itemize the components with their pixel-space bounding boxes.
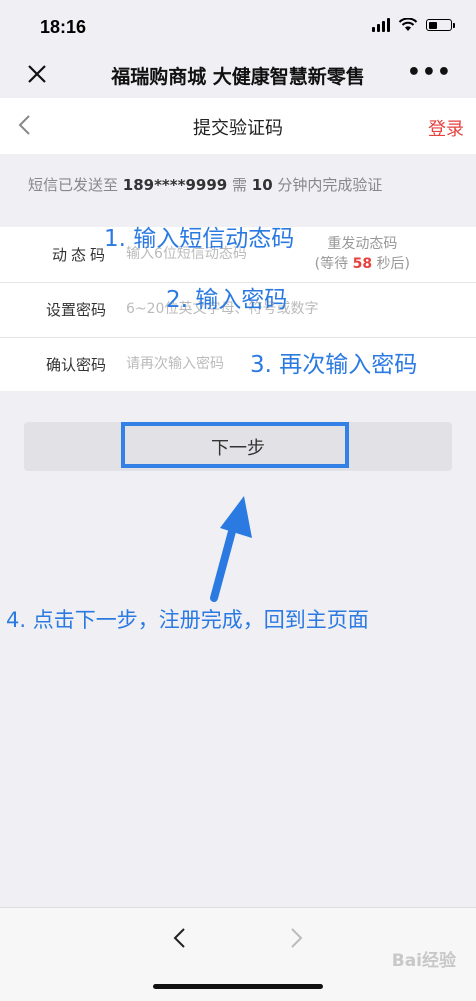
annotation-step-3: 3. 再次输入密码 bbox=[250, 352, 418, 378]
resend-suffix: 秒后) bbox=[372, 256, 410, 272]
login-link[interactable]: 登录 bbox=[428, 115, 464, 141]
browser-back-icon[interactable] bbox=[168, 926, 192, 950]
password-label: 设置密码 bbox=[46, 301, 107, 319]
browser-forward-icon[interactable] bbox=[284, 926, 308, 950]
notice-prefix: 短信已发送至 bbox=[28, 176, 123, 194]
notice-mid: 需 bbox=[227, 176, 252, 194]
highlight-box bbox=[121, 422, 349, 468]
page-header: 提交验证码 登录 bbox=[0, 98, 476, 154]
code-label: 动态码 bbox=[52, 246, 110, 264]
resend-countdown: (等待 58 秒后) bbox=[315, 254, 410, 274]
home-indicator[interactable] bbox=[153, 984, 323, 989]
wechat-page-title: 福瑞购商城 大健康智慧新零售 bbox=[111, 66, 365, 88]
watermark-logo: Bai经验 bbox=[391, 951, 456, 971]
annotation-step-1: 1. 输入短信动态码 bbox=[104, 226, 295, 252]
status-time: 18:16 bbox=[40, 17, 87, 37]
resend-prefix: (等待 bbox=[314, 256, 353, 272]
page-title: 提交验证码 bbox=[193, 118, 283, 139]
status-bar: 18:16 bbox=[0, 0, 476, 50]
arrow-icon bbox=[210, 496, 252, 602]
annotation-step-2: 2. 输入密码 bbox=[166, 287, 288, 313]
confirm-password-label: 确认密码 bbox=[46, 356, 107, 374]
notice-suffix: 分钟内完成验证 bbox=[272, 176, 383, 194]
resend-label: 重发动态码 bbox=[327, 236, 398, 252]
more-icon[interactable]: ••• bbox=[407, 60, 452, 85]
annotation-step-4: 4. 点击下一步，注册完成，回到主页面 bbox=[6, 608, 369, 632]
notice-phone: 189****9999 bbox=[122, 176, 228, 194]
status-icons bbox=[372, 18, 455, 32]
battery-icon bbox=[426, 19, 455, 31]
signal-icon bbox=[372, 18, 390, 32]
resend-seconds: 58 bbox=[352, 256, 373, 272]
wifi-icon bbox=[398, 18, 418, 31]
wechat-nav-bar: 福瑞购商城 大健康智慧新零售 ••• bbox=[0, 50, 476, 98]
resend-code-button[interactable]: 重发动态码 (等待 58 秒后) bbox=[315, 234, 410, 274]
notice-minutes: 10 bbox=[251, 176, 273, 194]
sms-notice: 短信已发送至 189****9999 需 10 分钟内完成验证 bbox=[28, 174, 382, 195]
